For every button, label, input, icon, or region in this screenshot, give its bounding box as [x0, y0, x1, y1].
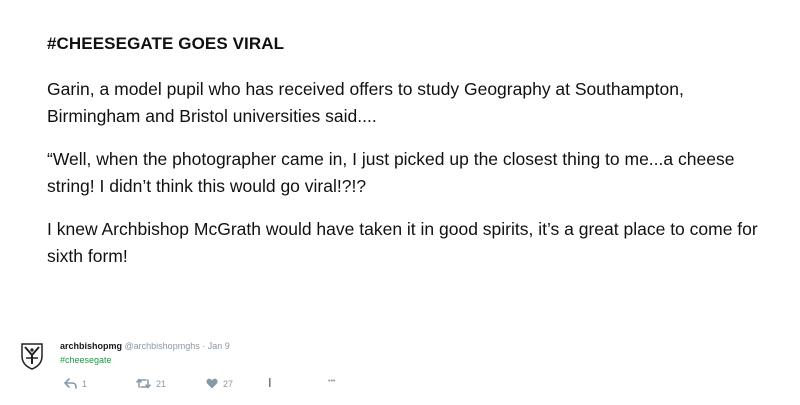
tweet-separator: ·: [202, 341, 206, 351]
text-cursor-icon: I: [268, 375, 272, 390]
article-paragraph-3: I knew Archbishop McGrath would have tak…: [47, 219, 758, 266]
reply-count: 1: [82, 378, 88, 389]
embedded-tweet: archbishopmg @archbishopmghs · Jan 9 #ch…: [20, 334, 480, 404]
more-icon: •••: [328, 378, 336, 385]
article-paragraph-1: Garin, a model pupil who has received of…: [47, 79, 684, 126]
heart-icon: [206, 378, 218, 389]
like-count: 27: [223, 378, 234, 389]
retweet-icon: [136, 378, 151, 389]
reply-button[interactable]: 1: [64, 378, 87, 389]
article-headline: #CHEESEGATE GOES VIRAL: [47, 34, 285, 53]
tweet-handle[interactable]: @archbishopmghs: [125, 341, 200, 351]
tweet-header: archbishopmg @archbishopmghs · Jan 9: [60, 340, 230, 352]
more-options-button[interactable]: •••: [328, 378, 335, 385]
article: #CHEESEGATE GOES VIRAL Garin, a model pu…: [47, 32, 767, 286]
like-button[interactable]: 27: [206, 378, 233, 389]
tweet-date[interactable]: Jan 9: [208, 341, 230, 351]
article-paragraph-2: “Well, when the photographer came in, I …: [47, 149, 735, 196]
text-cursor-glyph: I: [268, 375, 272, 390]
reply-icon: [64, 378, 77, 389]
school-crest-icon[interactable]: [20, 342, 44, 370]
retweet-button[interactable]: 21: [136, 378, 166, 389]
retweet-count: 21: [156, 378, 167, 389]
tweet-username[interactable]: archbishopmg: [60, 341, 122, 351]
tweet-hashtag[interactable]: #cheesegate: [60, 354, 112, 366]
